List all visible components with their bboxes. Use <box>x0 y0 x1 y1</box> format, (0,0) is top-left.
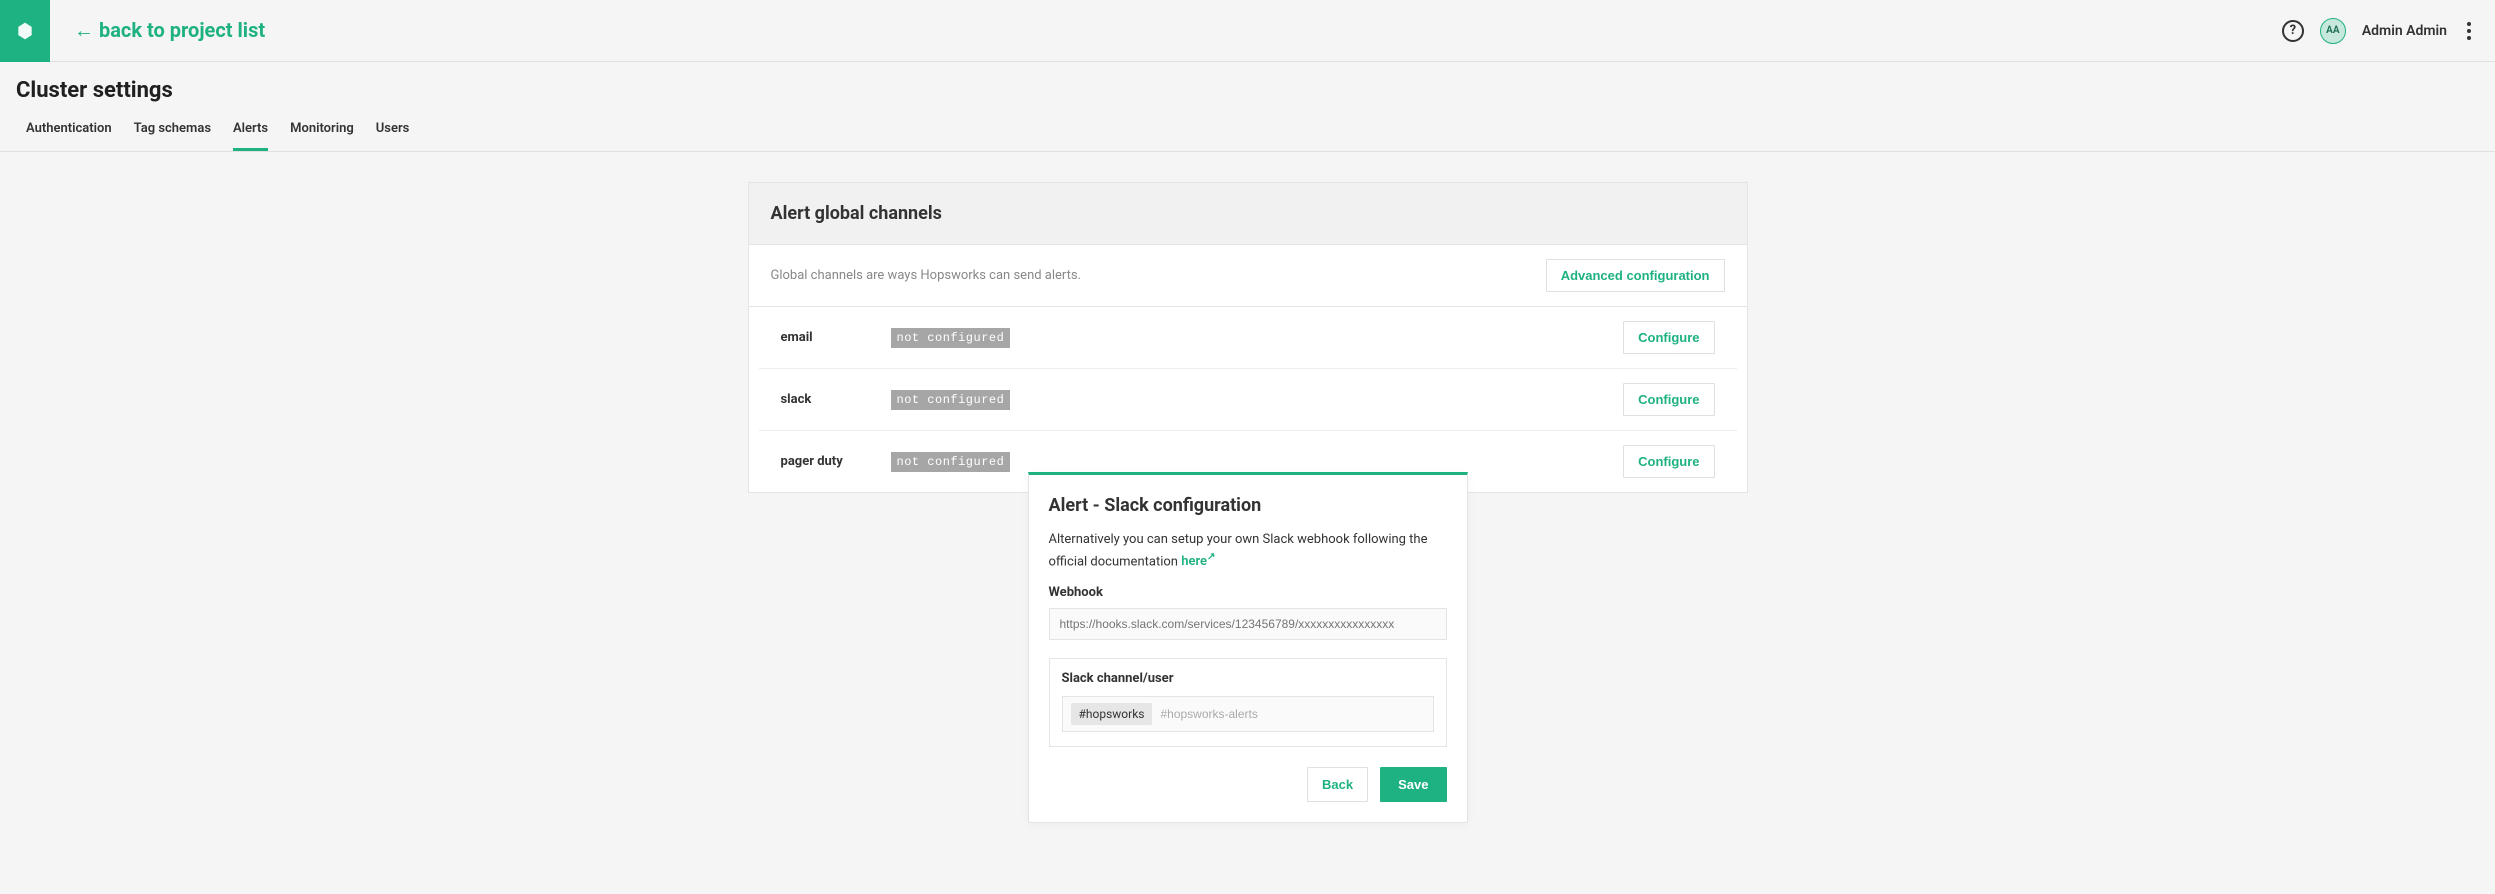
advanced-configuration-button[interactable]: Advanced configuration <box>1546 259 1725 292</box>
help-icon[interactable]: ? <box>2282 20 2304 42</box>
channel-row-email: email not configured Configure <box>759 307 1737 369</box>
hopsworks-logo-icon <box>15 21 35 41</box>
save-button[interactable]: Save <box>1380 767 1446 802</box>
card-title: Alert global channels <box>749 183 1747 245</box>
status-badge: not configured <box>891 328 1011 348</box>
tab-tag-schemas[interactable]: Tag schemas <box>134 121 211 151</box>
back-button[interactable]: Back <box>1307 767 1368 802</box>
tab-authentication[interactable]: Authentication <box>26 121 112 151</box>
main-content: Alert global channels Global channels ar… <box>0 152 2495 523</box>
configure-pagerduty-button[interactable]: Configure <box>1623 445 1714 478</box>
more-menu-icon[interactable] <box>2463 18 2475 44</box>
slack-config-modal: Alert - Slack configuration Alternativel… <box>1028 472 1468 823</box>
alert-channels-card: Alert global channels Global channels ar… <box>748 182 1748 493</box>
slack-channel-input[interactable] <box>1160 707 1424 721</box>
documentation-link[interactable]: here↗ <box>1181 554 1215 569</box>
tabs-nav: Authentication Tag schemas Alerts Monito… <box>0 103 2495 152</box>
tab-monitoring[interactable]: Monitoring <box>290 121 354 151</box>
avatar[interactable]: AA <box>2320 18 2346 44</box>
status-badge: not configured <box>891 390 1011 410</box>
configure-slack-button[interactable]: Configure <box>1623 383 1714 416</box>
page-title: Cluster settings <box>16 78 2479 103</box>
channel-name-label: email <box>781 330 891 345</box>
webhook-input[interactable] <box>1049 608 1447 640</box>
channel-row-slack: slack not configured Configure <box>759 369 1737 431</box>
configure-email-button[interactable]: Configure <box>1623 321 1714 354</box>
slack-channel-input-wrap[interactable]: #hopsworks <box>1062 696 1434 732</box>
channel-name-label: slack <box>781 392 891 407</box>
card-description-text: Global channels are ways Hopsworks can s… <box>771 268 1082 283</box>
modal-actions: Back Save <box>1049 767 1447 802</box>
top-bar-left: ← back to project list <box>0 0 265 62</box>
slack-channel-label: Slack channel/user <box>1062 671 1434 686</box>
tab-users[interactable]: Users <box>376 121 410 151</box>
back-to-projects-link[interactable]: ← back to project list <box>74 18 265 43</box>
top-bar: ← back to project list ? AA Admin Admin <box>0 0 2495 62</box>
user-name-label: Admin Admin <box>2362 23 2447 39</box>
card-description-row: Global channels are ways Hopsworks can s… <box>749 245 1747 307</box>
modal-description: Alternatively you can setup your own Sla… <box>1049 530 1447 571</box>
top-bar-right: ? AA Admin Admin <box>2282 18 2475 44</box>
modal-description-text: Alternatively you can setup your own Sla… <box>1049 532 1428 569</box>
tab-alerts[interactable]: Alerts <box>233 121 268 151</box>
page-header: Cluster settings <box>0 62 2495 103</box>
status-badge: not configured <box>891 452 1011 472</box>
slack-channel-fieldset: Slack channel/user #hopsworks <box>1049 658 1447 747</box>
app-logo[interactable] <box>0 0 50 62</box>
channel-name-label: pager duty <box>781 454 891 469</box>
external-link-icon: ↗ <box>1207 552 1215 563</box>
webhook-label: Webhook <box>1049 585 1447 600</box>
modal-title: Alert - Slack configuration <box>1049 495 1447 516</box>
channel-tag-chip[interactable]: #hopsworks <box>1071 703 1153 725</box>
